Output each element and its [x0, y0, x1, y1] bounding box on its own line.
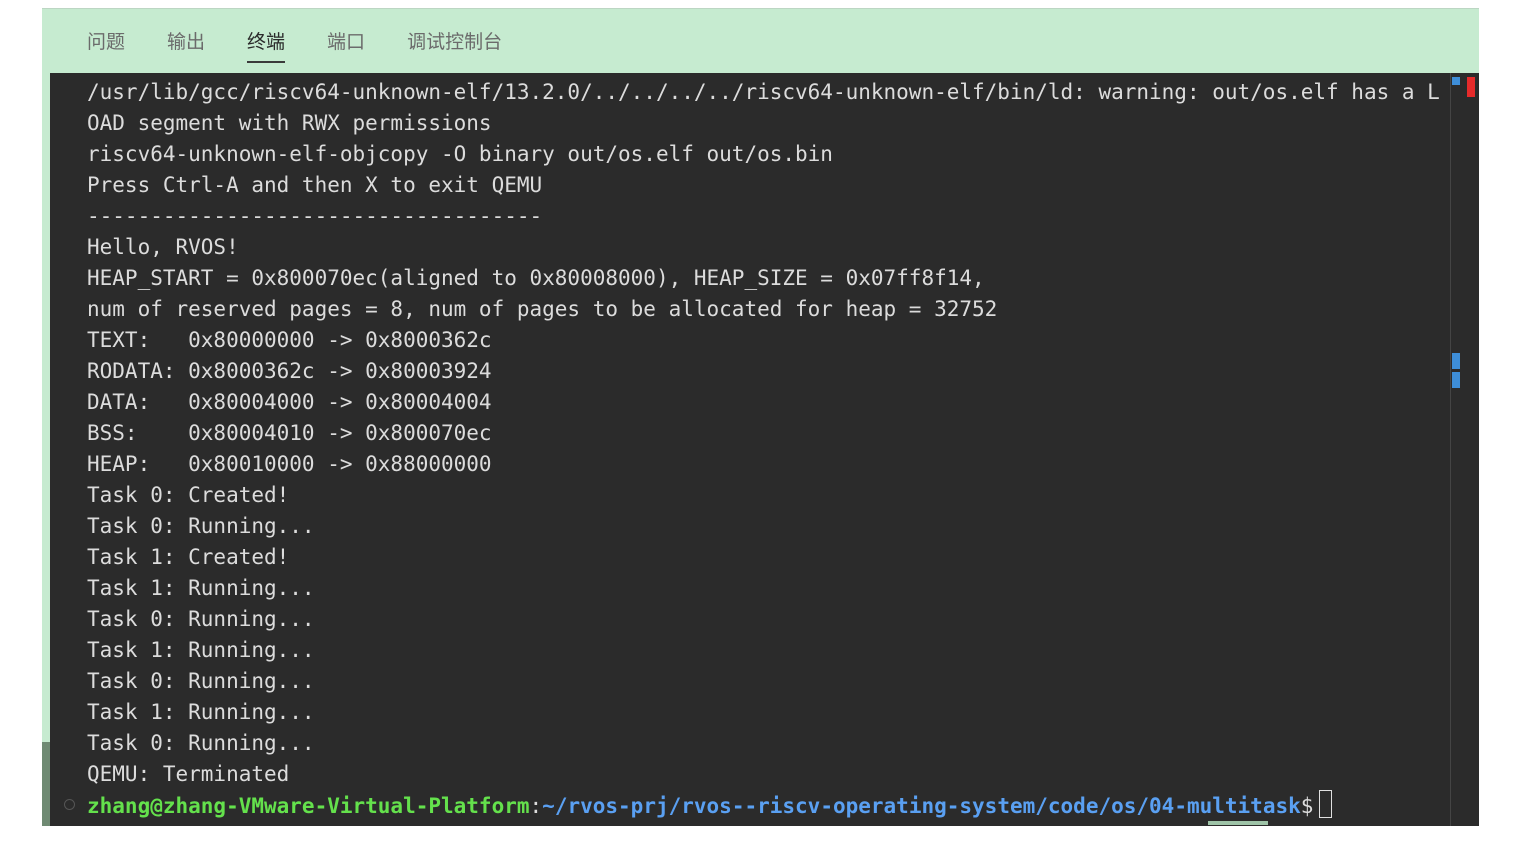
scrollbar-marker-top	[1452, 77, 1460, 85]
scrollbar-error-marker	[1467, 77, 1475, 97]
tab-debug-console[interactable]: 调试控制台	[407, 29, 502, 61]
terminal-line: QEMU: Terminated	[87, 762, 290, 786]
terminal-line: Task 1: Running...	[87, 576, 315, 600]
tab-output[interactable]: 输出	[167, 29, 205, 61]
left-edge-strip	[42, 73, 50, 826]
text-cursor	[1319, 790, 1333, 818]
tab-ports[interactable]: 端口	[327, 29, 365, 61]
prompt-dollar: $	[1300, 794, 1314, 818]
terminal-line: OAD segment with RWX permissions	[87, 111, 492, 135]
terminal-line: Task 1: Running...	[87, 700, 315, 724]
panel-tabs: 问题 输出 终端 端口 调试控制台	[87, 29, 544, 63]
terminal-line: Task 0: Created!	[87, 483, 290, 507]
terminal-line: Task 0: Running...	[87, 669, 315, 693]
terminal-line: TEXT: 0x80000000 -> 0x8000362c	[87, 328, 492, 352]
terminal-line: Task 0: Running...	[87, 731, 315, 755]
left-edge-shade	[42, 742, 50, 826]
terminal-line: riscv64-unknown-elf-objcopy -O binary ou…	[87, 142, 833, 166]
terminal-line: Task 1: Running...	[87, 638, 315, 662]
terminal-line: num of reserved pages = 8, num of pages …	[87, 297, 998, 321]
tab-problems[interactable]: 问题	[87, 29, 125, 61]
terminal-panel: 问题 输出 终端 端口 调试控制台 /usr/lib/gcc/riscv64-u…	[42, 8, 1479, 826]
terminal-line: /usr/lib/gcc/riscv64-unknown-elf/13.2.0/…	[87, 80, 1440, 104]
prompt-path: ~/rvos-prj/rvos--riscv-operating-system/…	[542, 794, 1301, 818]
tab-terminal[interactable]: 终端	[247, 29, 286, 63]
terminal-scrollbar[interactable]	[1450, 73, 1479, 826]
command-decoration-icon[interactable]	[64, 799, 75, 810]
terminal-line: BSS: 0x80004010 -> 0x800070ec	[87, 421, 492, 445]
prompt-user-host: zhang@zhang-VMware-Virtual-Platform	[87, 794, 530, 818]
terminal-line: Task 0: Running...	[87, 514, 315, 538]
scrollbar-marker	[1452, 353, 1460, 369]
shell-prompt[interactable]: zhang@zhang-VMware-Virtual-Platform:~/rv…	[87, 790, 1447, 821]
terminal-line: HEAP: 0x80010000 -> 0x88000000	[87, 452, 492, 476]
terminal-line: RODATA: 0x8000362c -> 0x80003924	[87, 359, 492, 383]
terminal-line: ------------------------------------	[87, 204, 543, 228]
terminal-line: Press Ctrl-A and then X to exit QEMU	[87, 173, 543, 197]
horizontal-scroll-thumb[interactable]	[1208, 821, 1268, 825]
terminal-line: Task 0: Running...	[87, 607, 315, 631]
panel-tab-bar: 问题 输出 终端 端口 调试控制台	[42, 9, 1479, 73]
terminal-line: HEAP_START = 0x800070ec(aligned to 0x800…	[87, 266, 985, 290]
terminal-line: Hello, RVOS!	[87, 235, 239, 259]
scrollbar-marker	[1452, 372, 1460, 388]
terminal-line: Task 1: Created!	[87, 545, 290, 569]
terminal-line: DATA: 0x80004000 -> 0x80004004	[87, 390, 492, 414]
terminal-output[interactable]: /usr/lib/gcc/riscv64-unknown-elf/13.2.0/…	[87, 77, 1447, 826]
prompt-colon: :	[529, 794, 543, 818]
